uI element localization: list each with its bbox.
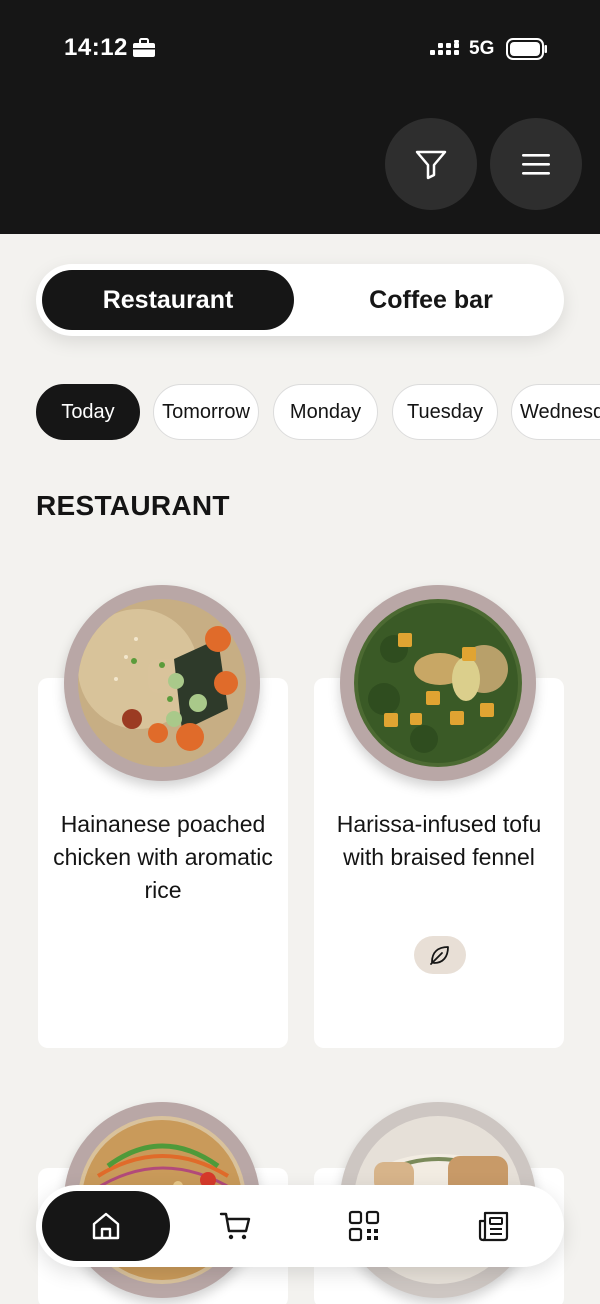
day-chip-wednesday[interactable]: Wednesday [511,384,600,440]
menu-button[interactable] [490,118,582,210]
status-time: 14:12 [64,34,128,61]
day-chip-tuesday[interactable]: Tuesday [392,384,498,440]
section-title: RESTAURANT [36,490,230,521]
day-chip-tomorrow[interactable]: Tomorrow [153,384,259,440]
vegetarian-badge [414,936,466,974]
top-bar: 14:12 5G [0,0,600,234]
nav-home[interactable] [42,1191,170,1261]
qr-code-icon [348,1210,380,1242]
network-label: 5G [469,38,495,59]
home-icon [92,1212,120,1240]
tofu-fennel-photo [358,603,518,763]
tab-coffee-bar[interactable]: Coffee bar [304,270,558,330]
cart-icon [219,1212,251,1240]
menu-icon [522,154,550,175]
dish-image[interactable] [340,585,536,781]
filter-button[interactable] [385,118,477,210]
tab-restaurant[interactable]: Restaurant [42,270,294,330]
day-selector: Today Tomorrow Monday Tuesday Wednesday [0,384,600,440]
bottom-navigation [36,1185,564,1267]
chicken-rice-photo [78,609,238,751]
briefcase-icon [133,38,155,57]
signal-icon [430,40,459,55]
dish-name: Harissa-infused tofu with braised fennel [336,811,542,870]
dish-name: Hainanese poached chicken with aromatic … [53,811,273,903]
leaf-icon [430,946,449,965]
dish-image[interactable] [64,585,260,781]
nav-qr-code[interactable] [324,1191,404,1261]
battery-icon [506,38,547,60]
venue-toggle: Restaurant Coffee bar [36,264,564,336]
filter-icon [415,150,447,180]
day-chip-today[interactable]: Today [36,384,140,440]
nav-news[interactable] [454,1191,534,1261]
status-bar: 14:12 5G [0,0,600,96]
nav-cart[interactable] [196,1191,276,1261]
news-icon [478,1211,509,1242]
day-chip-monday[interactable]: Monday [273,384,378,440]
